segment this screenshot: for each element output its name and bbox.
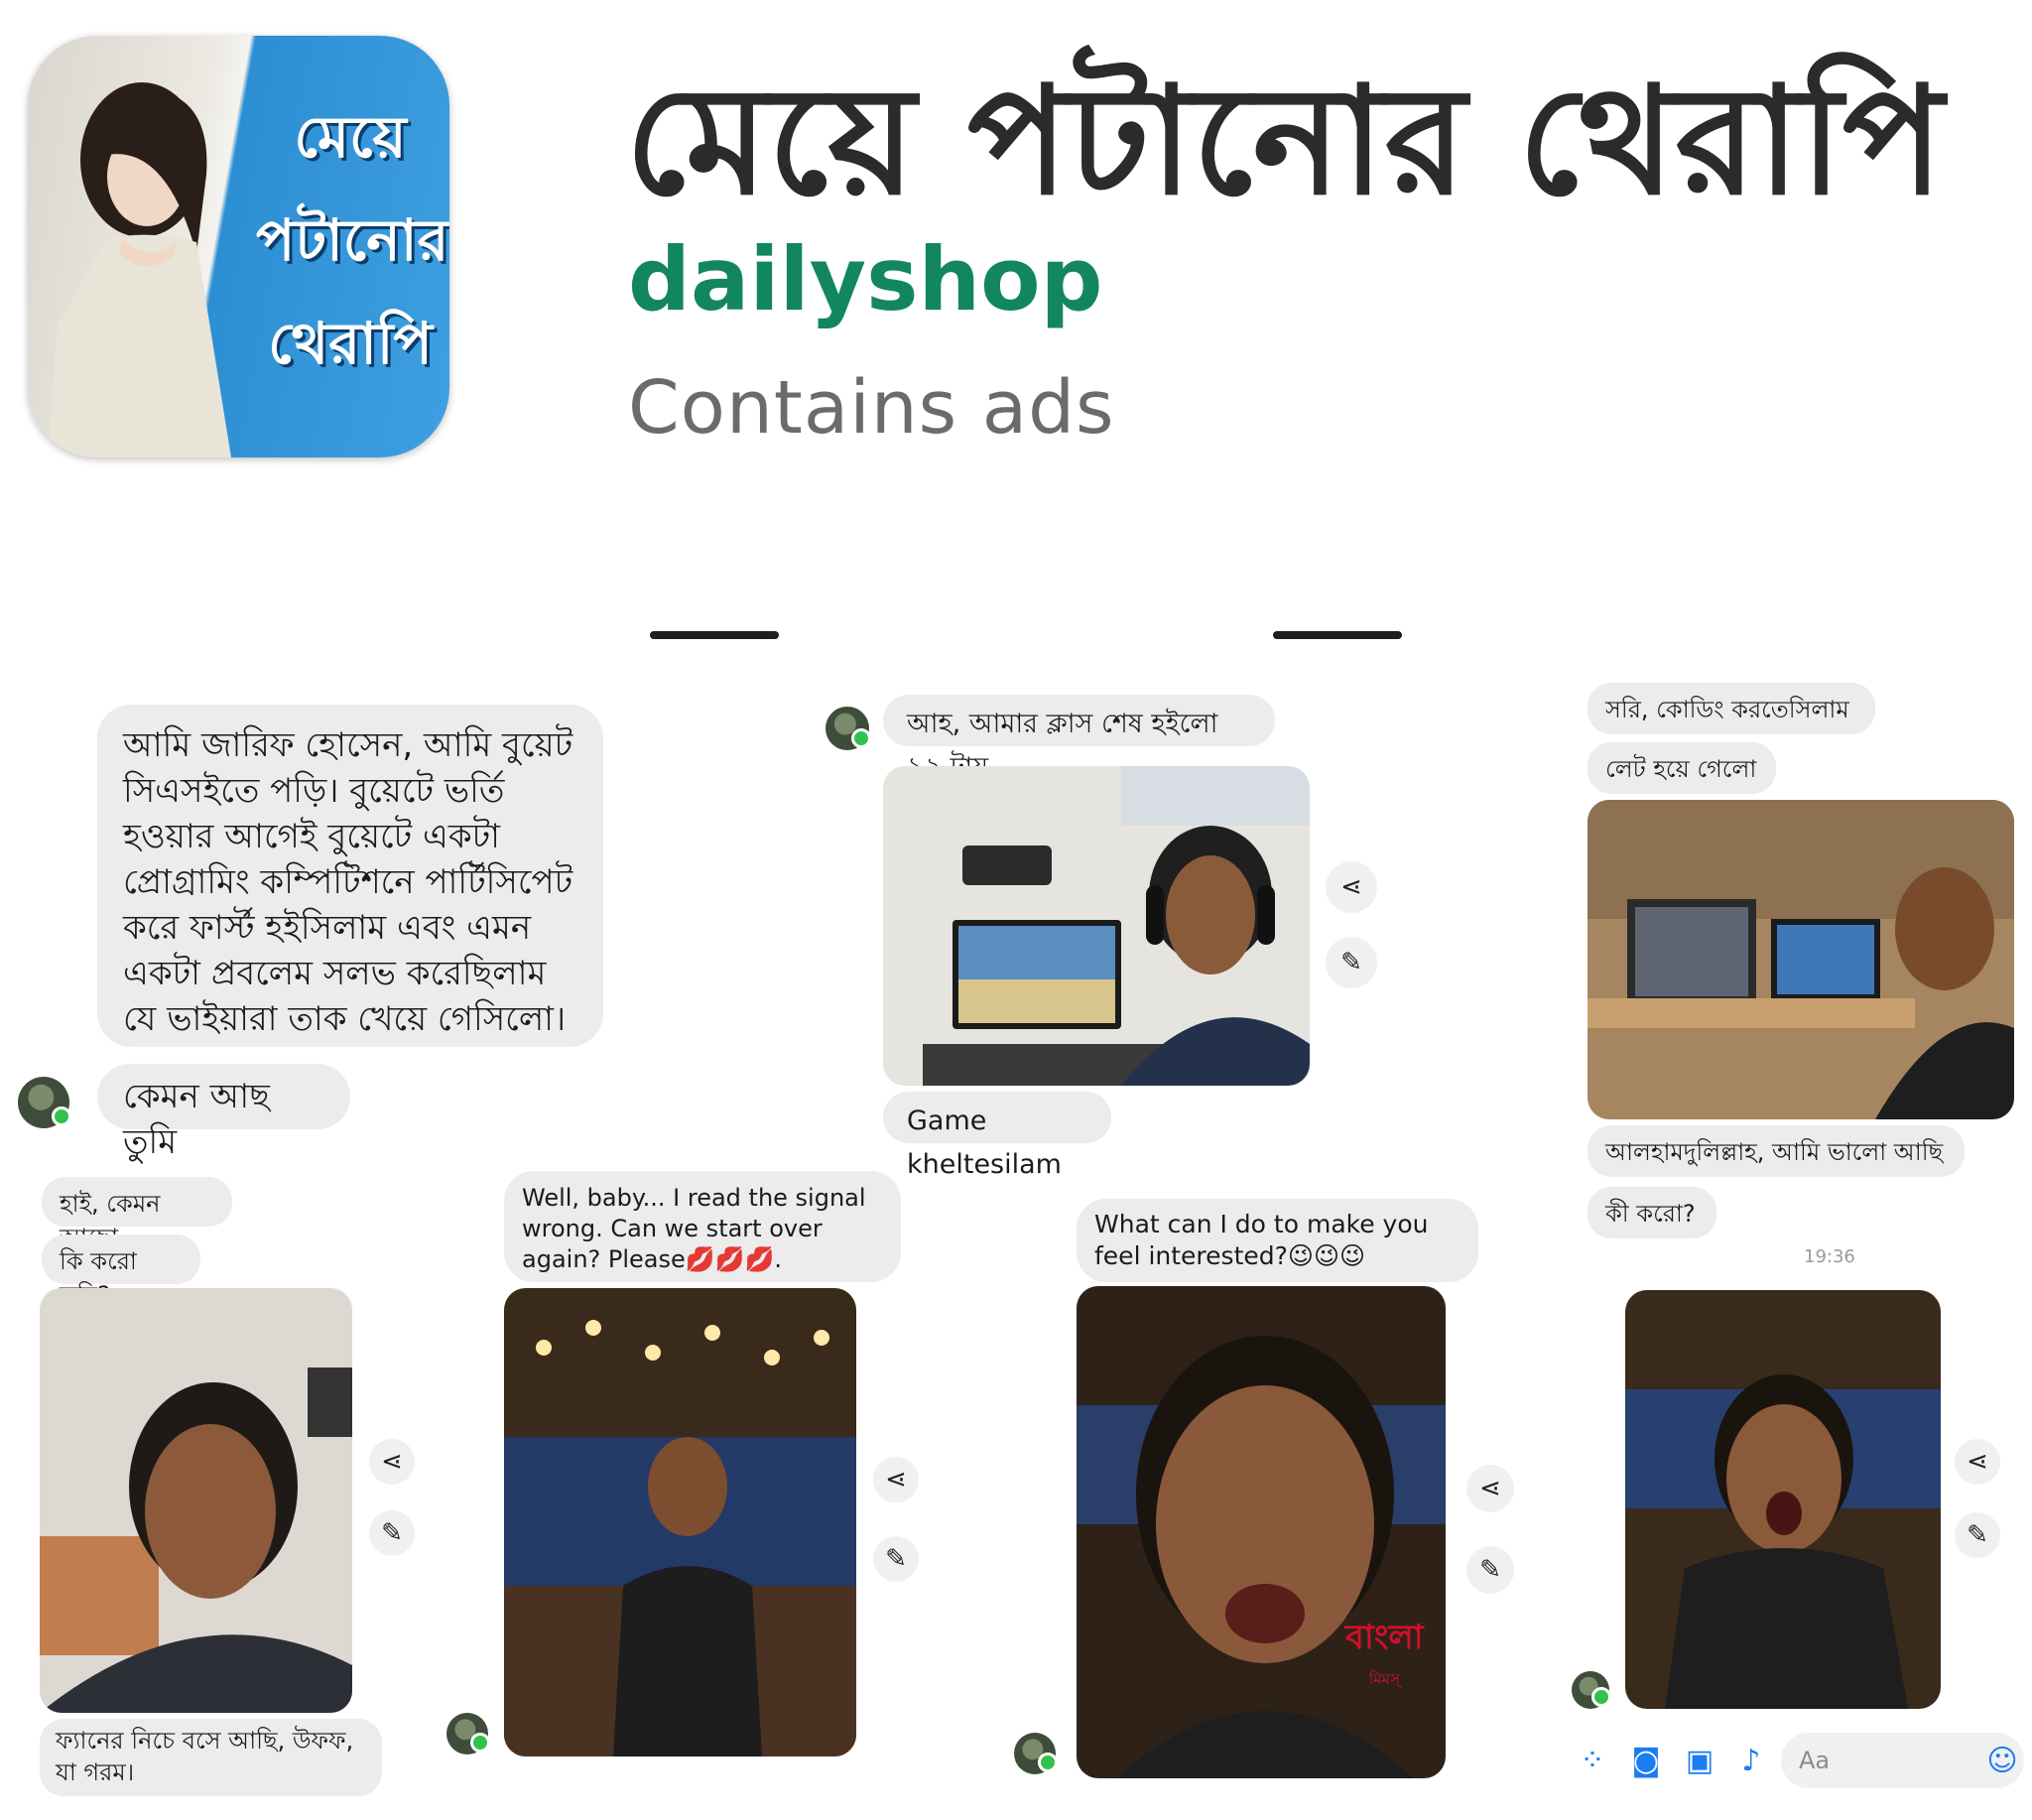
share-button[interactable]: ⋖: [1466, 1465, 1514, 1512]
pencil-icon: ✎: [1340, 948, 1362, 977]
message-text: কেমন আছ তুমি: [123, 1077, 270, 1162]
edit-button[interactable]: ✎: [1326, 937, 1377, 988]
message-text: সরি, কোডিং করতেসিলাম: [1605, 696, 1849, 723]
pencil-icon: ✎: [1967, 1520, 1988, 1550]
screenshot-edge: [1273, 631, 1402, 639]
message-bubble: সরি, কোডিং করতেসিলাম: [1588, 683, 1875, 734]
photo-coding-desk[interactable]: [1588, 800, 2014, 1119]
photo-gaming-setup[interactable]: [883, 766, 1310, 1086]
message-timestamp: 19:36: [1804, 1246, 1855, 1267]
message-bubble: কী করো?: [1588, 1187, 1716, 1238]
intro-message-text: আমি জারিফ হোসেন, আমি বুয়েট সিএসইতে পড়ি…: [123, 725, 573, 1039]
edit-button[interactable]: ✎: [873, 1536, 919, 1582]
message-bubble: কেমন আছ তুমি: [97, 1064, 350, 1162]
message-bubble: আলহামদুলিল্লাহ, আমি ভালো আছি: [1588, 1125, 1965, 1177]
message-text: What can I do to make you feel intereste…: [1094, 1210, 1429, 1270]
pencil-icon: ✎: [381, 1518, 403, 1548]
message-bubble: Well, baby... I read the signal wrong. C…: [504, 1171, 901, 1282]
avatar[interactable]: [826, 707, 871, 750]
photo-selfie-fan[interactable]: [40, 1288, 352, 1713]
share-button[interactable]: ⋖: [1326, 861, 1377, 913]
pencil-icon: ✎: [1479, 1555, 1501, 1585]
message-text: ফ্যানের নিচে বসে আছি, উফফ, যা গরম।: [56, 1727, 354, 1786]
share-icon: ⋖: [1479, 1474, 1501, 1503]
girl-portrait-icon: [48, 82, 231, 457]
message-text: Game kheltesilam: [907, 1105, 1062, 1180]
message-bubble: What can I do to make you feel intereste…: [1077, 1199, 1478, 1282]
edit-button[interactable]: ✎: [1955, 1512, 2000, 1558]
message-bubble: আহ, আমার ক্লাস শেষ হইলো ১২ টায়: [883, 695, 1275, 783]
message-bubble: ফ্যানের নিচে বসে আছি, উফফ, যা গরম।: [40, 1719, 382, 1796]
photo-surprised-face[interactable]: [1625, 1290, 1941, 1709]
edit-button[interactable]: ✎: [1466, 1546, 1514, 1594]
gallery-icon[interactable]: ▣: [1680, 1741, 1719, 1780]
share-icon: ⋖: [1967, 1447, 1988, 1477]
share-button[interactable]: ⋖: [873, 1457, 919, 1502]
pencil-icon: ✎: [885, 1544, 907, 1574]
message-bubble: হাই, কেমন আছো: [42, 1177, 232, 1251]
message-text: Well, baby... I read the signal wrong. C…: [522, 1184, 866, 1273]
microphone-icon[interactable]: ♪: [1731, 1741, 1771, 1780]
message-bubble: কি করো তুমি?: [42, 1235, 200, 1309]
share-icon: ⋖: [885, 1465, 907, 1495]
avatar[interactable]: [1014, 1733, 1058, 1774]
developer-link[interactable]: dailyshop: [628, 228, 1103, 330]
avatar[interactable]: [1572, 1671, 1611, 1709]
camera-icon[interactable]: ◙: [1626, 1741, 1666, 1780]
photo-closeup-selfie[interactable]: [1077, 1286, 1446, 1778]
intro-message-bubble: আমি জারিফ হোসেন, আমি বুয়েট সিএসইতে পড়ি…: [97, 705, 603, 1047]
contains-ads-label: Contains ads: [628, 365, 1115, 451]
photo-restaurant[interactable]: [504, 1288, 856, 1756]
apps-icon[interactable]: ⁘: [1573, 1741, 1612, 1780]
share-button[interactable]: ⋖: [1955, 1439, 2000, 1485]
avatar[interactable]: [18, 1077, 71, 1128]
share-icon: ⋖: [381, 1447, 403, 1477]
message-bubble: লেট হয়ে গেলো: [1588, 742, 1776, 794]
watermark-title: বাংলা: [1345, 1618, 1424, 1657]
app-icon[interactable]: মেয়ে পটানোর থেরাপি: [28, 36, 449, 457]
edit-button[interactable]: ✎: [369, 1510, 415, 1556]
message-text: আলহামদুলিল্লাহ, আমি ভালো আছি: [1605, 1138, 1944, 1166]
emoji-icon[interactable]: ☺: [1982, 1741, 2022, 1780]
share-button[interactable]: ⋖: [369, 1439, 415, 1485]
avatar[interactable]: [446, 1713, 490, 1755]
app-icon-label: মেয়ে পটানোর থেরাপি: [256, 103, 449, 377]
share-icon: ⋖: [1340, 872, 1362, 902]
message-input-placeholder: Aa: [1799, 1747, 1831, 1774]
watermark: বাংলা মিমস্: [1345, 1612, 1424, 1693]
message-text: লেট হয়ে গেলো: [1605, 755, 1757, 783]
message-text: কী করো?: [1605, 1200, 1696, 1228]
watermark-subtitle: মিমস্: [1368, 1670, 1400, 1688]
message-bubble: Game kheltesilam: [883, 1092, 1111, 1180]
screenshot-edge: [650, 631, 779, 639]
